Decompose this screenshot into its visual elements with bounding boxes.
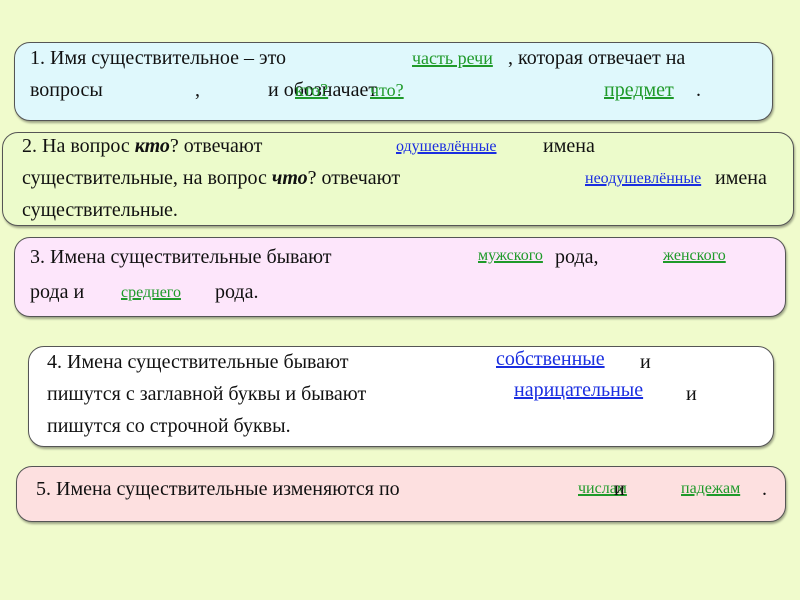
card-4-line2: пишутся с заглавной буквы и бывают: [47, 383, 367, 405]
answer-inanimate[interactable]: неодушевлённые: [585, 169, 701, 189]
answer-part-of-speech[interactable]: часть речи: [412, 47, 493, 69]
kto-word: кто: [134, 135, 170, 157]
card-2-line3: существительные.: [22, 199, 178, 221]
card-1-after: , которая отвечает на: [508, 47, 686, 69]
answer-what[interactable]: что?: [370, 79, 404, 101]
card-5-line1: 5. Имена существительные изменяются по: [36, 478, 400, 500]
card-1-comma: ,: [195, 79, 200, 101]
answer-object[interactable]: предмет: [604, 79, 674, 101]
card-2-imena2: имена: [715, 167, 767, 189]
chto-word: что: [271, 167, 308, 189]
text: ? отвечают: [307, 167, 401, 189]
card-3-rod3: рода.: [215, 281, 259, 303]
card-4-line1: 4. Имена существительные бывают: [47, 351, 349, 373]
card-5-i: и: [614, 478, 625, 500]
answer-who[interactable]: кто?: [295, 79, 328, 101]
answer-proper[interactable]: собственные: [496, 349, 605, 369]
card-2-line1: 2. На вопрос кто? отвечают: [22, 134, 262, 158]
answer-masculine[interactable]: мужского: [478, 245, 543, 267]
text: ? отвечают: [169, 135, 263, 157]
card-5-period: .: [762, 478, 767, 500]
card-2-imena1: имена: [543, 135, 595, 157]
text: 2. На вопрос: [22, 135, 135, 157]
card-3-rod1: рода,: [555, 246, 599, 268]
answer-neuter[interactable]: среднего: [121, 282, 181, 304]
card-2-line2: существительные, на вопрос что? отвечают: [22, 166, 400, 190]
card-3-line2a: рода и: [30, 281, 85, 303]
card-4-line3: пишутся со строчной буквы.: [47, 415, 291, 437]
answer-feminine[interactable]: женского: [663, 245, 726, 267]
text: существительные, на вопрос: [22, 167, 272, 189]
card-1-line1: 1. Имя существительное – это: [30, 47, 287, 69]
answer-common[interactable]: нарицательные: [514, 380, 643, 400]
card-3-line1: 3. Имена существительные бывают: [30, 246, 332, 268]
card-1-period: .: [696, 79, 701, 101]
card-4-i2: и: [686, 383, 697, 405]
answer-cases[interactable]: падежам: [681, 478, 740, 500]
answer-animate[interactable]: одушевлённые: [396, 137, 497, 157]
card-4-i1: и: [640, 351, 651, 373]
card-1-line2a: вопросы: [30, 79, 103, 101]
